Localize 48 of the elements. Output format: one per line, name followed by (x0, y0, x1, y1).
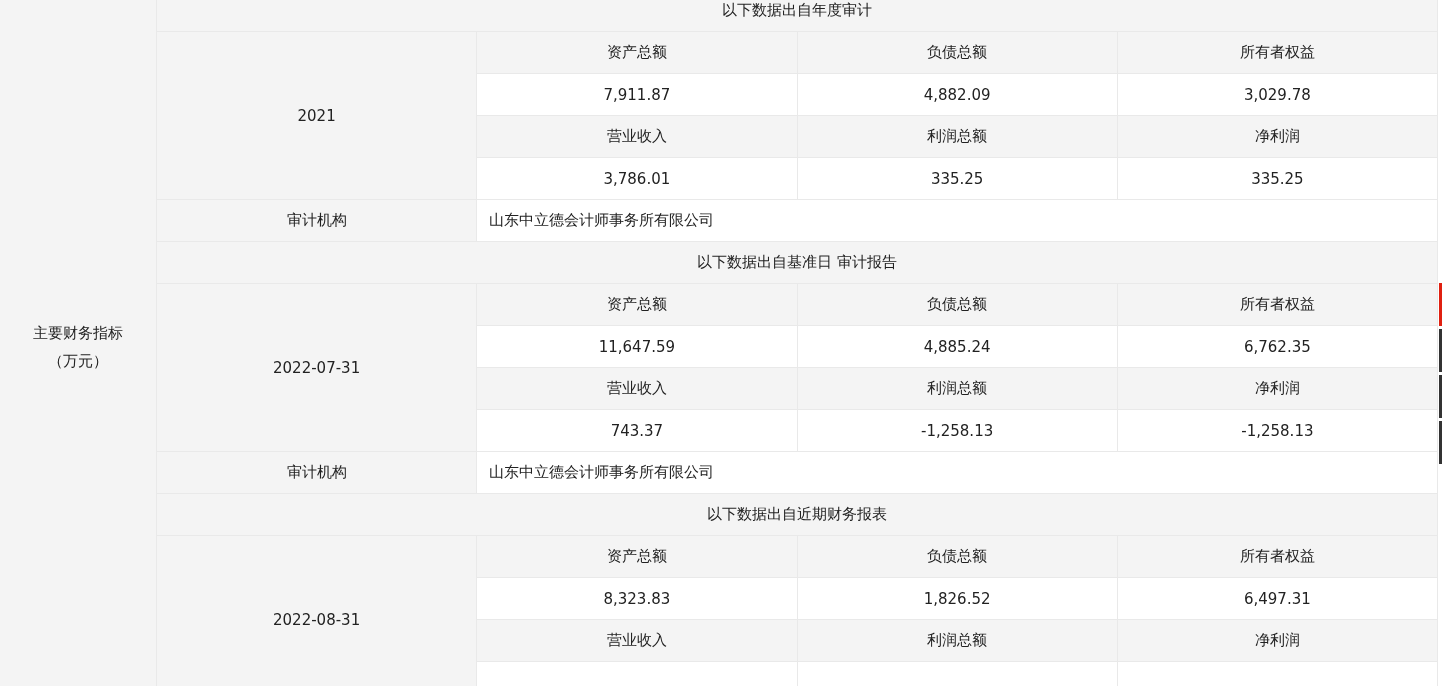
side-marker (1439, 283, 1442, 326)
metric-value: -1,258.13 (797, 409, 1118, 452)
side-marker (1439, 375, 1442, 418)
metric-label: 负债总额 (797, 535, 1118, 578)
metric-label: 营业收入 (476, 367, 797, 410)
section-heading: 以下数据出自基准日 审计报告 (156, 241, 1438, 284)
auditor-name: 山东中立德会计师事务所有限公司 (476, 451, 1438, 494)
metric-label: 净利润 (1117, 367, 1438, 410)
auditor-label: 审计机构 (156, 199, 477, 242)
section-heading: 以下数据出自近期财务报表 (156, 493, 1438, 536)
metric-label: 所有者权益 (1117, 535, 1438, 578)
metric-value: 8,323.83 (476, 577, 797, 620)
metric-label: 负债总额 (797, 31, 1118, 74)
metric-label: 资产总额 (476, 535, 797, 578)
metric-value: 4,885.24 (797, 325, 1118, 368)
metric-value: 6,762.35 (1117, 325, 1438, 368)
side-marker (1439, 421, 1442, 464)
metric-label: 利润总额 (797, 367, 1118, 410)
metric-value: -1,258.13 (1117, 409, 1438, 452)
indicator-label: 主要财务指标 （万元） (0, 0, 157, 686)
metric-label: 利润总额 (797, 115, 1118, 158)
metric-label: 营业收入 (476, 619, 797, 662)
metric-label: 营业收入 (476, 115, 797, 158)
metric-label: 资产总额 (476, 283, 797, 326)
metric-label: 所有者权益 (1117, 283, 1438, 326)
metric-value: 6,497.31 (1117, 577, 1438, 620)
metric-value: 3,029.78 (1117, 73, 1438, 116)
auditor-label: 审计机构 (156, 451, 477, 494)
period-cell: 2021 (156, 31, 477, 200)
metric-label: 净利润 (1117, 115, 1438, 158)
metric-value: 1,826.52 (797, 577, 1118, 620)
period-cell: 2022-08-31 (156, 535, 477, 686)
period-cell: 2022-07-31 (156, 283, 477, 452)
metric-value: 335.25 (797, 157, 1118, 200)
metric-value: 7,911.87 (476, 73, 797, 116)
metric-value: 335.25 (1117, 157, 1438, 200)
metric-value: 743.37 (476, 409, 797, 452)
metric-label: 资产总额 (476, 31, 797, 74)
auditor-name: 山东中立德会计师事务所有限公司 (476, 199, 1438, 242)
metric-value: 4,882.09 (797, 73, 1118, 116)
metric-value: 3,786.01 (476, 157, 797, 200)
section-heading: 以下数据出自年度审计 (156, 0, 1438, 32)
side-marker (1439, 329, 1442, 372)
metric-label: 利润总额 (797, 619, 1118, 662)
metric-label: 所有者权益 (1117, 31, 1438, 74)
metric-label: 负债总额 (797, 283, 1118, 326)
metric-label: 净利润 (1117, 619, 1438, 662)
metric-value: 11,647.59 (476, 325, 797, 368)
